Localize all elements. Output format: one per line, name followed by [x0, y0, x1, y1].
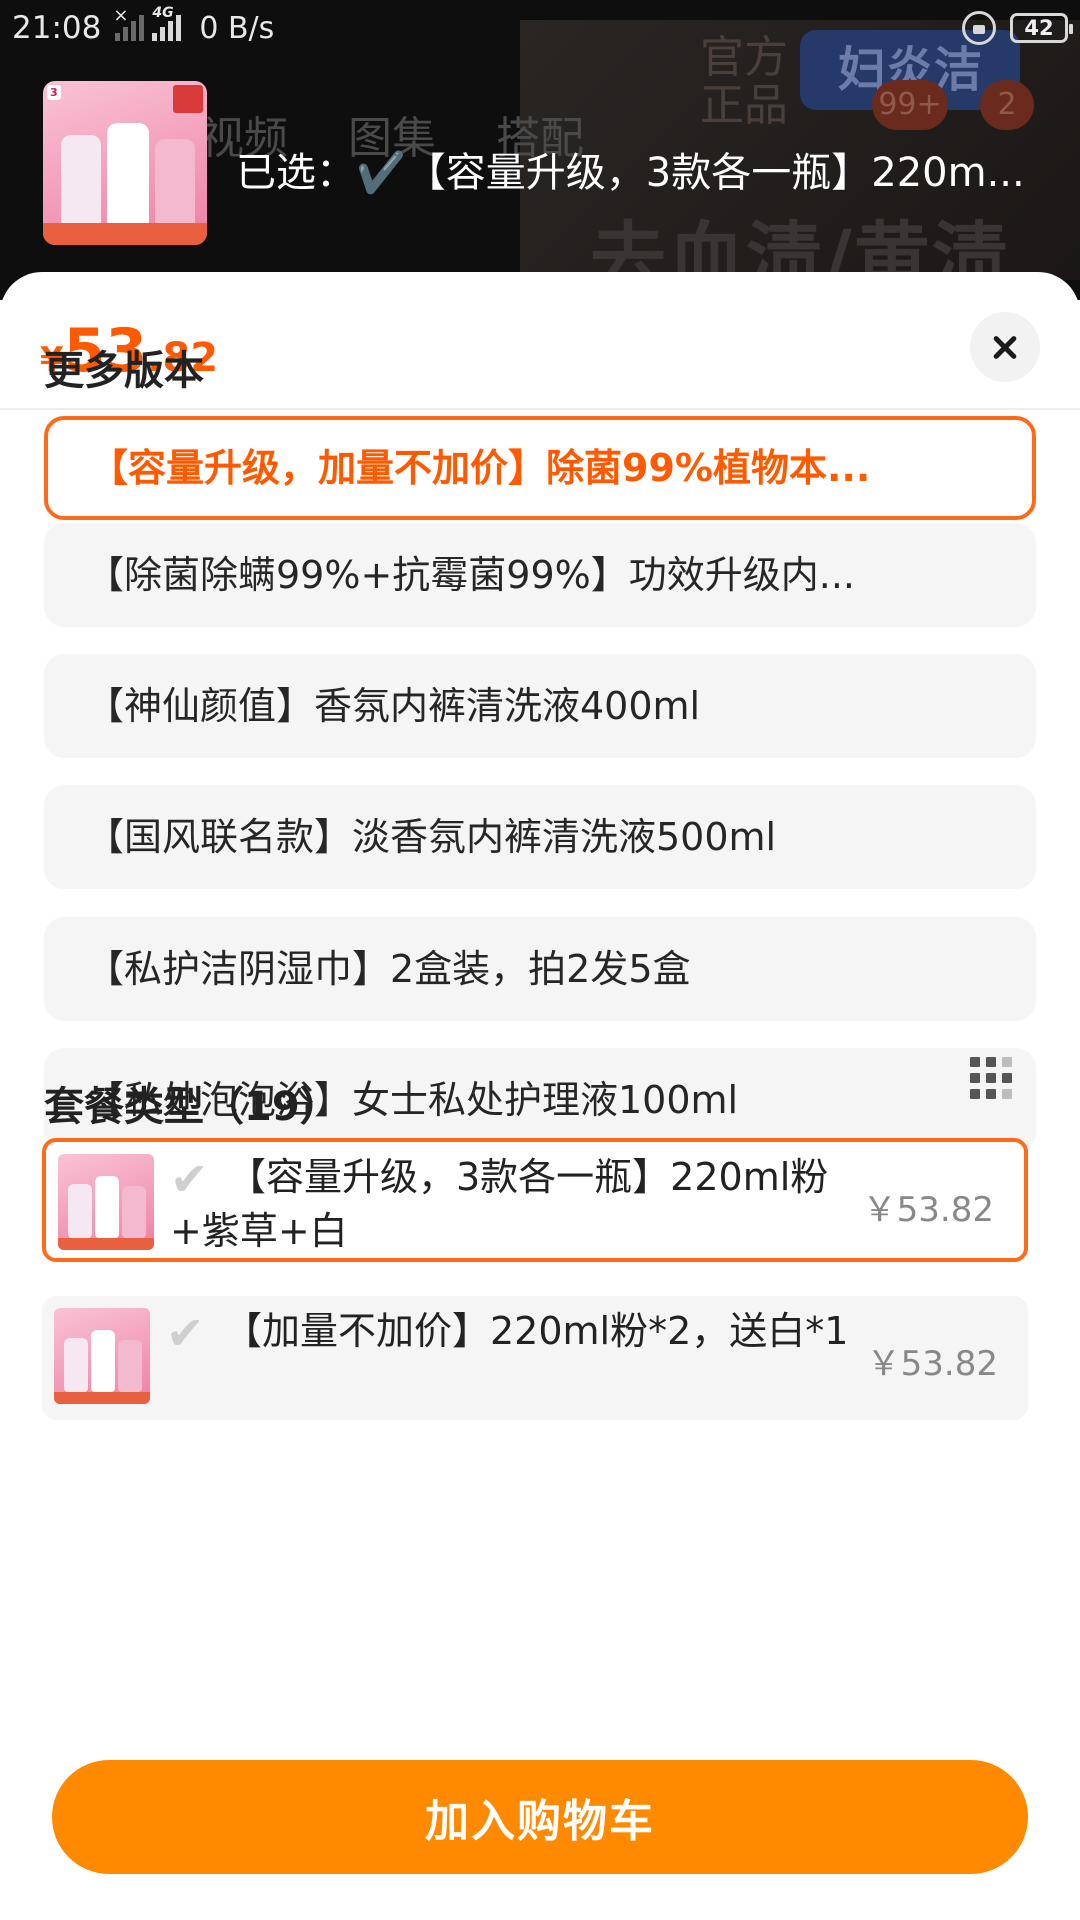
close-button[interactable] — [970, 312, 1040, 382]
bottle-graphic — [122, 1186, 146, 1238]
package-option[interactable]: ✔ 【加量不加价】220ml粉*2，送白*1 ￥53.82 — [42, 1296, 1028, 1420]
bottle-graphic — [64, 1338, 88, 1392]
bottle-graphic — [118, 1340, 142, 1392]
network-type: 4G — [152, 5, 174, 21]
package-label: 【加量不加价】220ml粉*2，送白*1 — [224, 1309, 849, 1353]
version-option[interactable]: 【国风联名款】淡香氛内裤清洗液500ml — [44, 785, 1036, 889]
bottle-graphic — [68, 1184, 92, 1238]
package-thumbnail — [58, 1154, 154, 1250]
bottle-graphic — [95, 1176, 119, 1238]
bottle-graphic — [91, 1330, 115, 1392]
thumb-tag: 3 — [47, 85, 61, 100]
bottle-graphic — [155, 139, 195, 227]
thumb-promo-band — [54, 1392, 150, 1404]
background-badge: 99+ — [872, 80, 948, 130]
status-bar: 21:08 × 4G 0 B/s 42 — [0, 0, 1080, 56]
thumb-promo-tag — [173, 85, 203, 113]
thumb-promo-band — [58, 1238, 154, 1250]
version-option[interactable]: 【容量升级，加量不加价】除菌99%植物本... — [44, 416, 1036, 520]
net-speed: 0 B/s — [199, 10, 275, 46]
package-thumbnail — [54, 1308, 150, 1404]
rotation-lock-icon — [962, 11, 996, 45]
bottle-graphic — [61, 135, 101, 227]
package-price: ￥53.82 — [866, 1344, 998, 1384]
package-label: 【容量升级，3款各一瓶】220ml粉+紫草+白 — [170, 1155, 829, 1253]
package-option[interactable]: ✔ 【容量升级，3款各一瓶】220ml粉+紫草+白 ￥53.82 — [42, 1138, 1028, 1262]
sku-sheet: ¥53.82 更多版本 【容量升级，加量不加价】除菌99%植物本... 【除菌除… — [0, 272, 1080, 1920]
version-option[interactable]: 【私护洁阴湿巾】2盒装，拍2发5盒 — [44, 917, 1036, 1021]
thumb-promo-band — [43, 223, 207, 245]
version-option[interactable]: 【神仙颜值】香氛内裤清洗液400ml — [44, 654, 1036, 758]
bottle-graphic — [107, 123, 149, 227]
signal-icon: 4G — [152, 5, 182, 41]
battery-icon: 42 — [1010, 13, 1073, 43]
version-option[interactable]: 【除菌除螨99%+抗霉菌99%】功效升级内... — [44, 523, 1036, 627]
background-badge: 2 — [980, 80, 1034, 130]
package-price: ￥53.82 — [862, 1190, 994, 1230]
signal-off-icon: × — [113, 5, 145, 41]
selected-product-thumbnail[interactable]: 3 — [43, 81, 207, 245]
selected-sku-label: 已选：✔️【容量升级，3款各一瓶】220m... — [236, 150, 1025, 196]
grid-view-icon[interactable] — [970, 1057, 1012, 1099]
versions-title: 更多版本 — [44, 348, 204, 394]
add-to-cart-button[interactable]: 加入购物车 — [52, 1760, 1028, 1874]
packages-title: 套餐类型（19） — [44, 1084, 340, 1130]
status-time: 21:08 — [12, 10, 102, 46]
